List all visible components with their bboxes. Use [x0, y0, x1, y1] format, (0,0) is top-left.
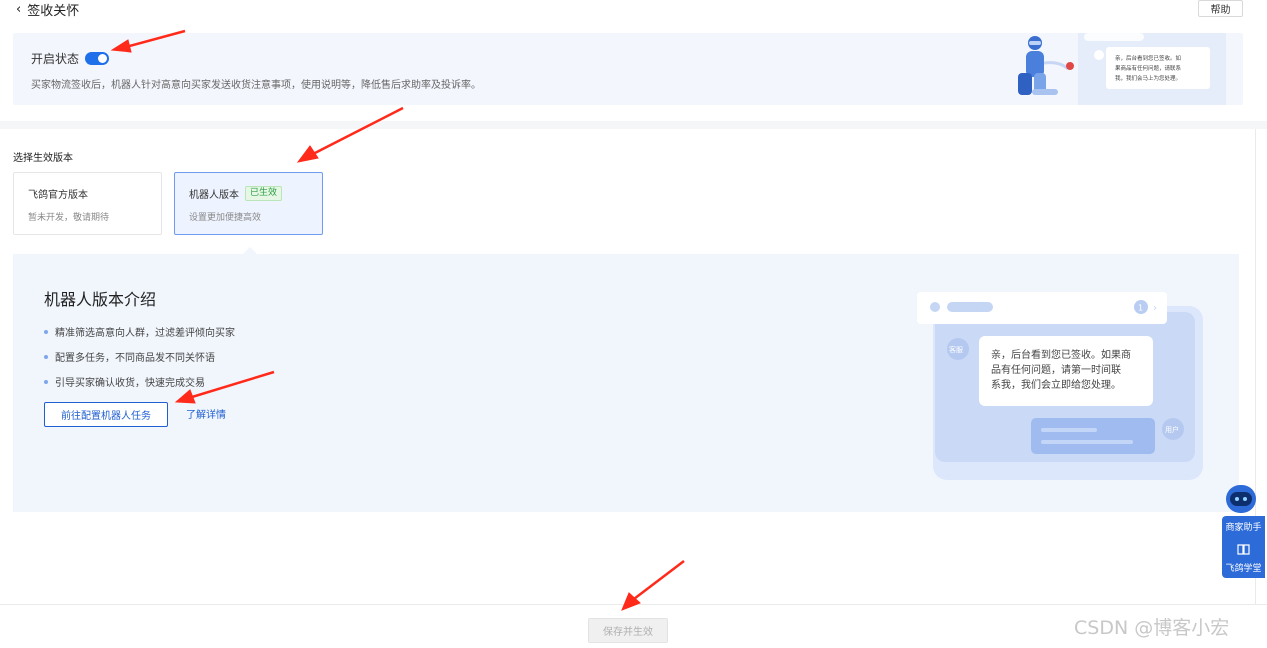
svg-text:系我，我们会立即给您处理。: 系我，我们会立即给您处理。: [991, 378, 1121, 391]
card-pointer: [243, 247, 257, 254]
svg-text:›: ›: [1153, 303, 1157, 314]
feige-academy-button[interactable]: 飞鸽学堂: [1222, 561, 1265, 574]
card-title: 飞鸽官方版本: [28, 190, 88, 201]
watermark: CSDN @博客小宏: [1074, 617, 1230, 639]
merchant-assistant-button[interactable]: 商家助手: [1222, 520, 1265, 533]
intro-bullets: 精准筛选高意向人群，过滤差评倾向买家 配置多任务，不同商品发不同关怀语 引导买家…: [44, 319, 235, 394]
card-subtitle: 设置更加便捷高效: [189, 213, 262, 223]
bullet-text: 引导买家确认收货，快速完成交易: [55, 378, 205, 389]
bullet-item: 精准筛选高意向人群，过滤差评倾向买家: [44, 319, 235, 344]
arrow-save-button: [621, 560, 685, 611]
chat-illustration: 1 › 客服 亲，后台看到您已签收。如果商 品有任何问题，请第一时间联 系我，我…: [917, 292, 1203, 480]
floating-toolbar: 商家助手 飞鸽学堂: [1222, 516, 1265, 578]
section-separator: [0, 121, 1267, 129]
status-row: 开启状态: [31, 50, 110, 67]
chevron-left-icon: ‹: [16, 2, 22, 17]
svg-text:果商品有任何问题，请联系: 果商品有任何问题，请联系: [1115, 64, 1182, 72]
page-title: 签收关怀: [27, 4, 80, 19]
toggle-knob: [98, 54, 108, 63]
svg-text:客服: 客服: [949, 345, 963, 354]
bullet-text: 精准筛选高意向人群，过滤差评倾向买家: [55, 328, 235, 339]
intro-title: 机器人版本介绍: [44, 290, 157, 309]
bullet-dot-icon: [44, 354, 48, 359]
version-section-title: 选择生效版本: [13, 153, 73, 164]
card-title: 机器人版本: [189, 190, 239, 201]
active-badge: 已生效: [245, 186, 283, 201]
card-title-row: 机器人版本 已生效: [189, 186, 308, 201]
save-and-apply-button[interactable]: 保存并生效: [588, 618, 668, 643]
card-subtitle: 暂未开发，敬请期待: [28, 213, 110, 223]
help-button[interactable]: 帮助: [1198, 0, 1243, 17]
version-card-robot[interactable]: 机器人版本 已生效 设置更加便捷高效: [174, 172, 323, 235]
svg-text:品有任何问题，请第一时间联: 品有任何问题，请第一时间联: [991, 363, 1121, 376]
svg-text:我，我们会马上为您处理。: 我，我们会马上为您处理。: [1115, 74, 1181, 82]
footer-divider: [0, 604, 1267, 605]
assistant-bot-icon[interactable]: [1222, 483, 1267, 519]
svg-text:1: 1: [1138, 304, 1143, 313]
robot-illustration: 亲，后台看到您已签收。如 果商品有任何问题，请联系 我，我们会马上为您处理。: [1018, 33, 1226, 105]
bullet-item: 配置多任务，不同商品发不同关怀语: [44, 344, 235, 369]
status-toggle[interactable]: [85, 52, 110, 65]
status-label: 开启状态: [31, 52, 80, 66]
bullet-item: 引导买家确认收货，快速完成交易: [44, 369, 235, 394]
card-title-row: 飞鸽官方版本: [28, 186, 147, 201]
status-panel: 开启状态 买家物流签收后，机器人针对高意向买家发送收货注意事项，使用说明等，降低…: [13, 33, 1243, 105]
version-card-official[interactable]: 飞鸽官方版本 暂未开发，敬请期待: [13, 172, 162, 235]
robot-intro-panel: 机器人版本介绍 精准筛选高意向人群，过滤差评倾向买家 配置多任务，不同商品发不同…: [13, 254, 1239, 512]
top-bar: ‹ 签收关怀 帮助: [0, 0, 1267, 20]
bullet-text: 配置多任务，不同商品发不同关怀语: [55, 353, 215, 364]
bullet-dot-icon: [44, 329, 48, 334]
svg-text:亲，后台看到您已签收。如果商: 亲，后台看到您已签收。如果商: [991, 348, 1131, 361]
learn-more-link[interactable]: 了解详情: [186, 406, 226, 421]
status-description: 买家物流签收后，机器人针对高意向买家发送收货注意事项，使用说明等，降低售后求助率…: [31, 80, 481, 91]
back-button[interactable]: ‹ 签收关怀: [16, 0, 79, 19]
book-icon: [1237, 544, 1250, 555]
svg-text:亲，后台看到您已签收。如: 亲，后台看到您已签收。如: [1115, 54, 1182, 62]
arrow-robot-card: [296, 106, 404, 163]
bullet-dot-icon: [44, 379, 48, 384]
configure-robot-task-button[interactable]: 前往配置机器人任务: [44, 402, 168, 427]
svg-text:用户: 用户: [1165, 425, 1179, 434]
